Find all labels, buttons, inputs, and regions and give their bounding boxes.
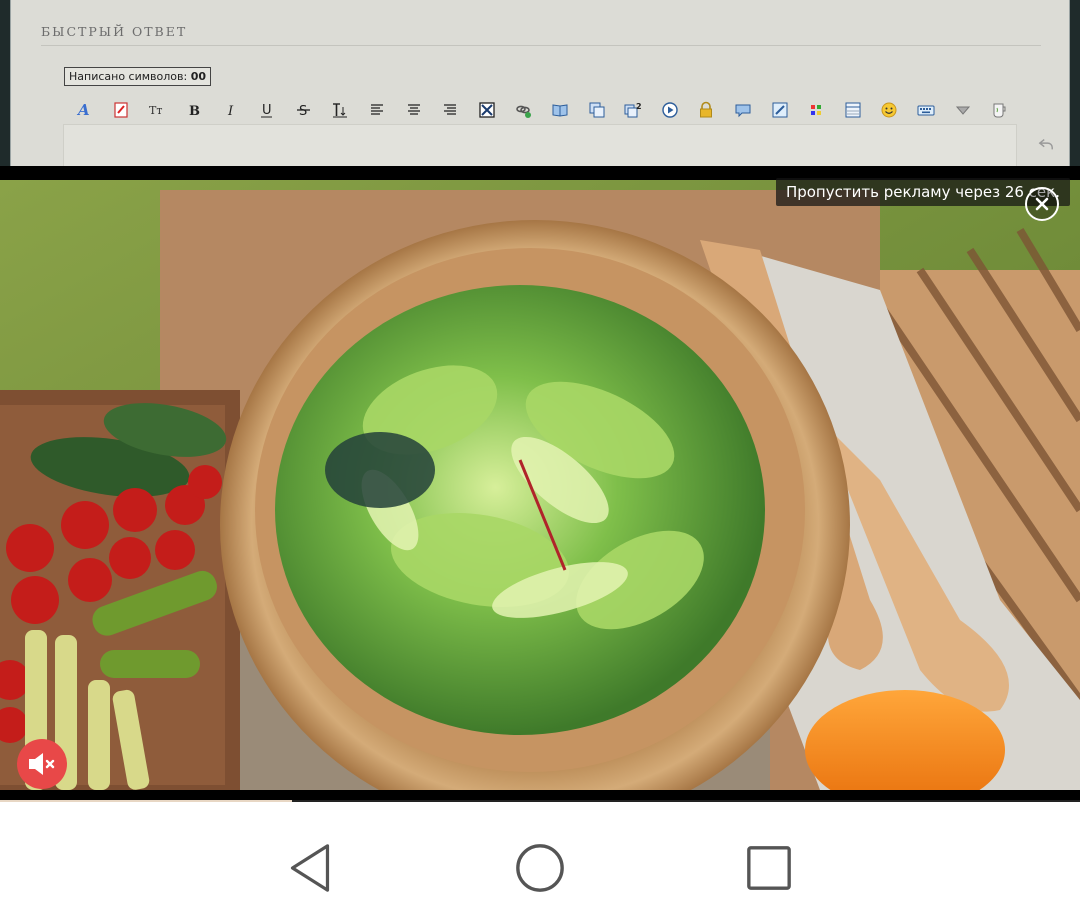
- spoiler-icon[interactable]: [944, 97, 981, 123]
- align-left-icon[interactable]: [359, 97, 396, 123]
- bold-icon[interactable]: B: [176, 97, 213, 123]
- forum-background: БЫСТРЫЙ ОТВЕТ Написано символов: 00 A Tт…: [0, 0, 1080, 166]
- char-counter-value: 00: [190, 70, 207, 83]
- char-counter-label: Написано символов:: [69, 70, 188, 83]
- home-circle-icon: [516, 844, 564, 892]
- svg-text:2: 2: [636, 102, 642, 111]
- font-size-icon[interactable]: Tт: [139, 97, 176, 123]
- quote-icon[interactable]: [578, 97, 615, 123]
- quote-2-icon[interactable]: 2: [615, 97, 652, 123]
- quick-reply-title: БЫСТРЫЙ ОТВЕТ: [41, 24, 188, 39]
- book-icon[interactable]: [542, 97, 579, 123]
- nav-back-button[interactable]: [280, 838, 340, 898]
- svg-text:I: I: [227, 104, 234, 119]
- smiley-icon[interactable]: [871, 97, 908, 123]
- font-icon[interactable]: A: [66, 97, 103, 123]
- unmute-button[interactable]: [17, 739, 67, 789]
- table-icon[interactable]: [834, 97, 871, 123]
- strikethrough-icon[interactable]: S: [286, 97, 323, 123]
- palette-icon[interactable]: [798, 97, 835, 123]
- ad-progress-fill: [0, 800, 292, 802]
- close-ad-button[interactable]: [1025, 187, 1059, 221]
- back-triangle-icon: [290, 844, 330, 892]
- align-center-icon[interactable]: [395, 97, 432, 123]
- keyboard-icon[interactable]: [908, 97, 945, 123]
- undo-icon[interactable]: [1035, 134, 1057, 154]
- quick-reply-panel: БЫСТРЫЙ ОТВЕТ Написано символов: 00 A Tт…: [10, 0, 1070, 166]
- svg-text:Tт: Tт: [149, 104, 162, 117]
- link-icon[interactable]: [505, 97, 542, 123]
- ad-progress-bar: [0, 800, 1080, 802]
- system-navigation-bar: [0, 804, 1080, 924]
- ad-video-frame: [0, 180, 1080, 790]
- italic-icon[interactable]: I: [212, 97, 249, 123]
- image-icon[interactable]: [469, 97, 506, 123]
- char-counter: Написано символов: 00: [64, 67, 212, 86]
- edit-icon[interactable]: [761, 97, 798, 123]
- color-icon[interactable]: [103, 97, 140, 123]
- align-right-icon[interactable]: [432, 97, 469, 123]
- editor-toolbar: A Tт B I U S 2: [66, 97, 1017, 123]
- reply-textarea[interactable]: [63, 124, 1017, 166]
- svg-text:B: B: [189, 104, 200, 119]
- lock-icon[interactable]: [688, 97, 725, 123]
- muted-speaker-icon: [29, 753, 55, 775]
- cup-icon[interactable]: [981, 97, 1018, 123]
- svg-text:U: U: [262, 103, 272, 118]
- underline-icon[interactable]: U: [249, 97, 286, 123]
- svg-text:A: A: [76, 101, 90, 119]
- close-icon: [1035, 197, 1049, 211]
- recents-square-icon: [747, 846, 791, 890]
- svg-text:S: S: [299, 104, 307, 119]
- speech-icon[interactable]: [725, 97, 762, 123]
- nav-home-button[interactable]: [510, 838, 570, 898]
- nav-recents-button[interactable]: [739, 838, 799, 898]
- title-divider: [41, 45, 1041, 46]
- video-icon[interactable]: [652, 97, 689, 123]
- line-height-icon[interactable]: [322, 97, 359, 123]
- video-ad-player[interactable]: [0, 166, 1080, 802]
